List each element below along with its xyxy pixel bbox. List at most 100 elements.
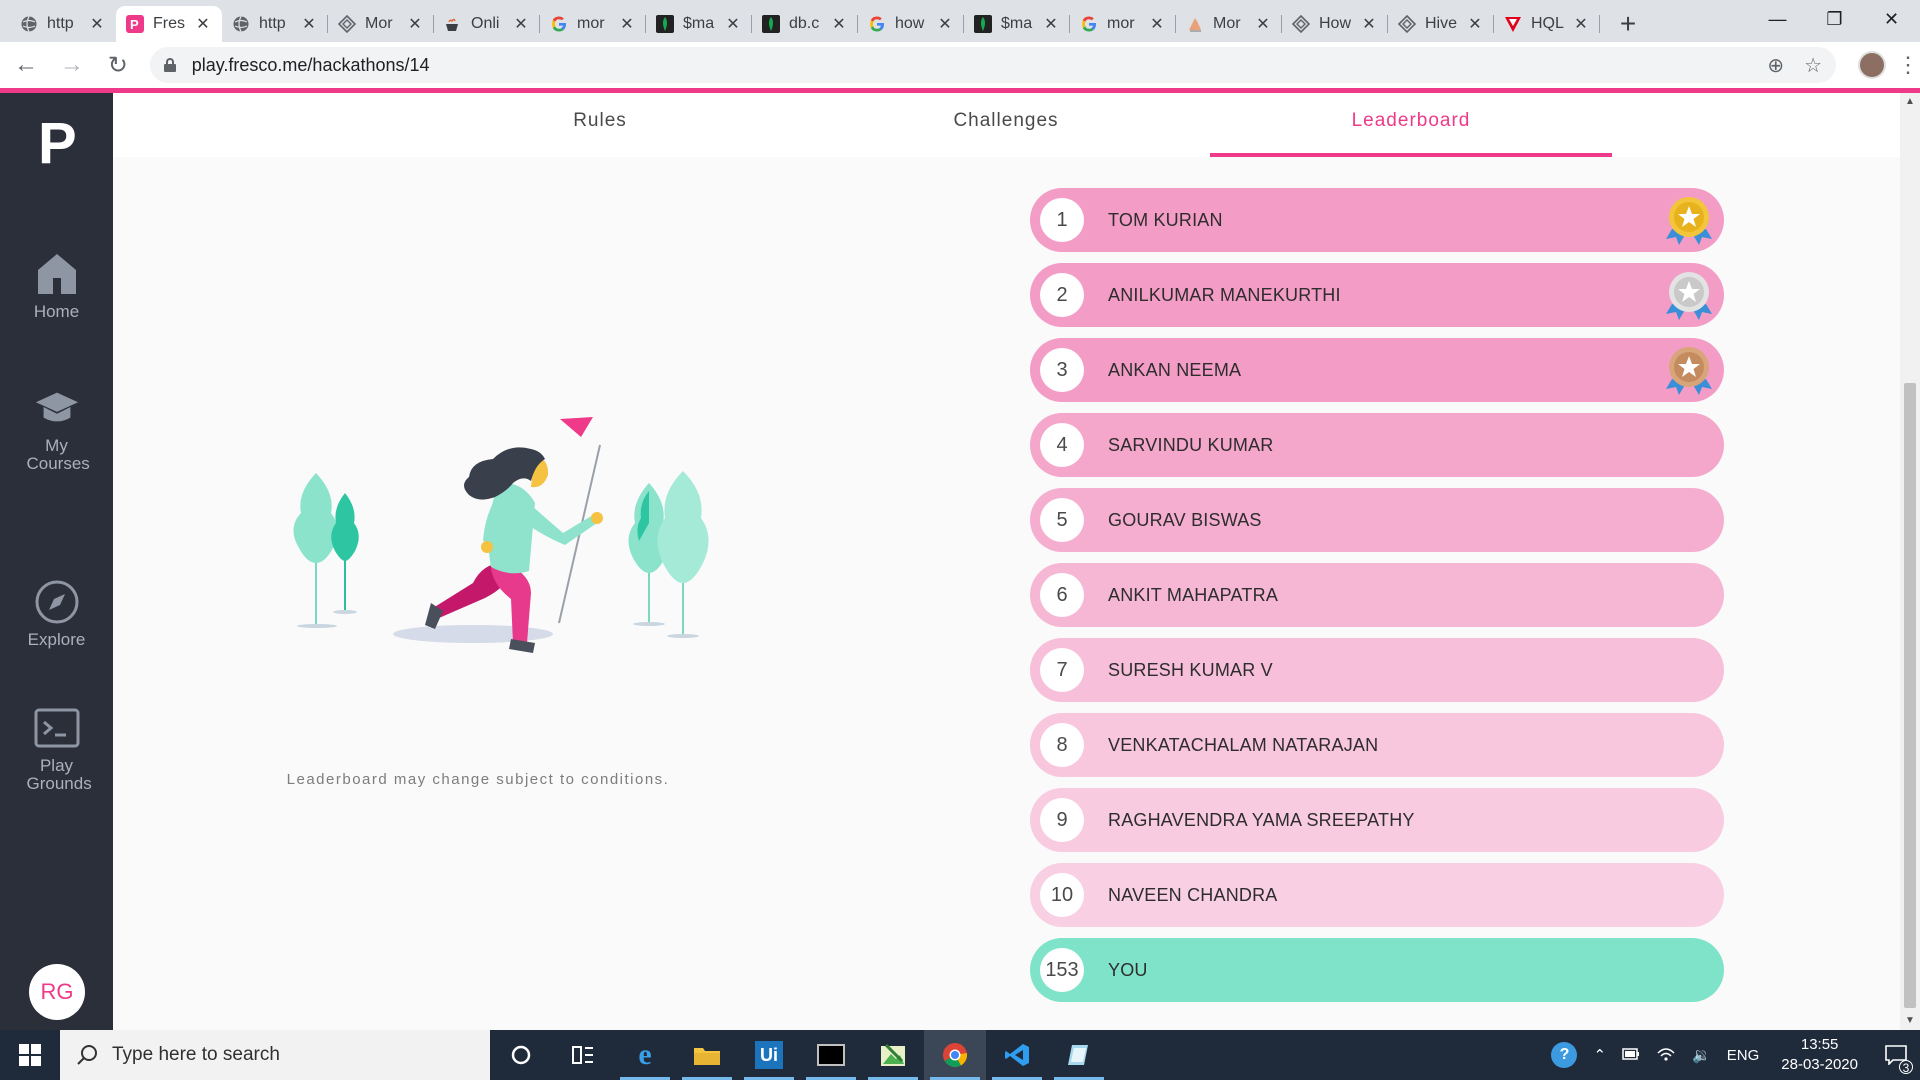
mongodb-icon: [656, 15, 674, 33]
browser-tab-title: http: [47, 15, 74, 32]
taskbar-app[interactable]: [862, 1030, 924, 1080]
browser-tab[interactable]: HQL ✕: [1494, 6, 1600, 42]
leaderboard-row: 8 VENKATACHALAM NATARAJAN: [1030, 713, 1724, 777]
globe-icon: [20, 15, 38, 33]
task-view-button[interactable]: [552, 1030, 614, 1080]
browser-tab[interactable]: db.c ✕: [752, 6, 858, 42]
tab-close-icon[interactable]: ✕: [1572, 14, 1590, 34]
wifi-icon[interactable]: [1656, 1045, 1676, 1065]
browser-tab[interactable]: how ✕: [858, 6, 964, 42]
sidebar-item-explore[interactable]: Explore: [0, 579, 113, 649]
user-avatar[interactable]: RG: [29, 964, 85, 1020]
edge-icon: e: [638, 1038, 652, 1071]
bookmark-star-icon[interactable]: ☆: [1804, 53, 1822, 78]
scroll-down-arrow[interactable]: ▼: [1900, 1012, 1920, 1030]
browser-tab[interactable]: How ✕: [1282, 6, 1388, 42]
tab-close-icon[interactable]: ✕: [88, 14, 106, 34]
help-icon[interactable]: ?: [1551, 1042, 1578, 1068]
back-button[interactable]: ←: [6, 45, 46, 85]
rank-badge: 9: [1040, 798, 1084, 842]
scroll-up-arrow[interactable]: ▲: [1900, 93, 1920, 111]
tab-close-icon[interactable]: ✕: [618, 14, 636, 34]
participant-name: ANILKUMAR MANEKURTHI: [1108, 284, 1341, 305]
windows-start-button[interactable]: [0, 1030, 60, 1080]
browser-tab[interactable]: http ✕: [10, 6, 116, 42]
volume-icon[interactable]: 🔉: [1692, 1046, 1711, 1064]
taskbar-search-box[interactable]: Type here to search: [60, 1030, 490, 1080]
active-tab-underline: [1210, 153, 1612, 157]
close-window-button[interactable]: ✕: [1863, 0, 1920, 38]
tab-close-icon[interactable]: ✕: [830, 14, 848, 34]
browser-tab-title: Onli: [471, 15, 500, 32]
show-hidden-icons-chevron-icon[interactable]: ⌃: [1593, 1046, 1606, 1064]
browser-tab[interactable]: Hive ✕: [1388, 6, 1494, 42]
sidebar-item-home[interactable]: Home: [0, 251, 113, 321]
scroll-thumb[interactable]: [1904, 383, 1916, 1008]
tab-close-icon[interactable]: ✕: [1148, 14, 1166, 34]
page-scrollbar[interactable]: ▲ ▼: [1900, 93, 1920, 1030]
graduation-cap-icon: [34, 385, 80, 431]
reload-button[interactable]: ↻: [98, 45, 138, 85]
leaderboard-row: 4 SARVINDU KUMAR: [1030, 413, 1724, 477]
gold-medal-icon: [1662, 193, 1716, 247]
globe-icon: [232, 15, 250, 33]
cortana-button[interactable]: [490, 1030, 552, 1080]
browser-tab[interactable]: Mor ✕: [1176, 6, 1282, 42]
battery-icon[interactable]: [1622, 1047, 1640, 1064]
taskbar-terminal[interactable]: [800, 1030, 862, 1080]
tab-close-icon[interactable]: ✕: [194, 14, 212, 34]
tab-close-icon[interactable]: ✕: [1042, 14, 1060, 34]
tab-close-icon[interactable]: ✕: [512, 14, 530, 34]
action-center-button[interactable]: 3: [1872, 1030, 1920, 1080]
address-bar[interactable]: play.fresco.me/hackathons/14 ⊕ ☆: [149, 47, 1837, 83]
minimize-button[interactable]: —: [1749, 0, 1806, 38]
taskbar-chrome[interactable]: [924, 1030, 986, 1080]
browser-tab-title: How: [1319, 15, 1352, 32]
google-icon: [868, 15, 886, 33]
add-to-homescreen-icon[interactable]: ⊕: [1767, 53, 1784, 78]
taskbar-vscode[interactable]: [986, 1030, 1048, 1080]
profile-avatar[interactable]: [1858, 51, 1887, 79]
browser-tab-title: mor: [577, 15, 605, 32]
language-indicator[interactable]: ENG: [1727, 1047, 1760, 1064]
mongodb-icon: [762, 15, 780, 33]
taskbar-edge[interactable]: e: [614, 1030, 676, 1080]
browser-tab[interactable]: mor ✕: [1070, 6, 1176, 42]
browser-tab-title: db.c: [789, 15, 820, 32]
browser-tab[interactable]: $ma ✕: [964, 6, 1070, 42]
vscode-icon: [1005, 1044, 1029, 1066]
sidebar-item-play-grounds[interactable]: Play Grounds: [0, 705, 113, 793]
taskbar-clock[interactable]: 13:55 28-03-2020: [1781, 1035, 1858, 1075]
browser-tab[interactable]: Onli ✕: [434, 6, 540, 42]
new-tab-button[interactable]: +: [1610, 6, 1646, 42]
sidebar-item-my-courses[interactable]: My Courses: [0, 385, 113, 473]
windows-taskbar: Type here to search e Ui ? ⌃ 🔉 ENG 13:55…: [0, 1030, 1920, 1080]
restore-button[interactable]: ❐: [1806, 0, 1863, 38]
tab-close-icon[interactable]: ✕: [1466, 14, 1484, 34]
fresco-logo[interactable]: P: [38, 115, 77, 173]
tab-rules[interactable]: Rules: [399, 93, 801, 157]
browser-tab[interactable]: P Fres ✕: [116, 6, 222, 42]
search-icon: [77, 1045, 97, 1065]
tab-leaderboard[interactable]: Leaderboard: [1210, 93, 1612, 157]
tab-close-icon[interactable]: ✕: [1254, 14, 1272, 34]
lock-icon[interactable]: [163, 58, 176, 72]
taskbar-file-explorer[interactable]: [676, 1030, 738, 1080]
browser-tab[interactable]: Mor ✕: [328, 6, 434, 42]
browser-tab[interactable]: http ✕: [222, 6, 328, 42]
tab-close-icon[interactable]: ✕: [406, 14, 424, 34]
tab-challenges[interactable]: Challenges: [805, 93, 1207, 157]
browser-tab[interactable]: $ma ✕: [646, 6, 752, 42]
taskbar-search-placeholder: Type here to search: [112, 1044, 280, 1065]
forward-button[interactable]: →: [52, 45, 92, 85]
browser-tab[interactable]: mor ✕: [540, 6, 646, 42]
svg-text:P: P: [130, 17, 139, 32]
tab-close-icon[interactable]: ✕: [724, 14, 742, 34]
taskbar-notepad[interactable]: [1048, 1030, 1110, 1080]
tab-close-icon[interactable]: ✕: [1360, 14, 1378, 34]
tab-close-icon[interactable]: ✕: [936, 14, 954, 34]
tab-close-icon[interactable]: ✕: [300, 14, 318, 34]
taskbar-uipath[interactable]: Ui: [738, 1030, 800, 1080]
browser-menu-icon[interactable]: ⋮: [1896, 52, 1920, 78]
leaderboard-row: 3 ANKAN NEEMA: [1030, 338, 1724, 402]
